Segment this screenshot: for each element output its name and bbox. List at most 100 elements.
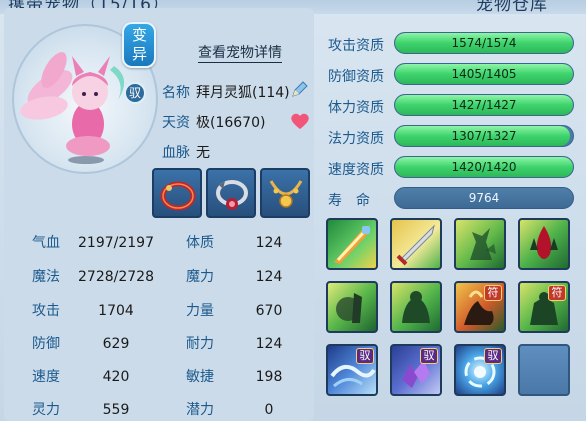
aptitude-skill-panel: 攻击资质 1574/1574 防御资质 1405/1405 体力资质 1427/… bbox=[320, 8, 586, 421]
tame-tag: 驭 bbox=[484, 348, 502, 364]
stat-potential: 潜力 0 bbox=[186, 399, 308, 419]
shadow-warrior-skill-icon bbox=[470, 228, 496, 260]
stat-agility: 敏捷 198 bbox=[186, 366, 308, 386]
talent-label: 天资 bbox=[162, 115, 190, 131]
life-value: 9764 bbox=[468, 191, 500, 205]
equipment-slot-3[interactable] bbox=[260, 168, 310, 218]
aptitude-value: 1405/1405 bbox=[451, 67, 517, 81]
aptitude-label: 防御资质 bbox=[328, 69, 384, 85]
skill-slot-11[interactable]: 驭 bbox=[454, 344, 506, 396]
aptitude-label: 体力资质 bbox=[328, 100, 384, 116]
skill-slot-2[interactable] bbox=[390, 218, 442, 270]
attr-value: 629 bbox=[102, 336, 130, 352]
attribute-mp: 魔法 2728/2728 bbox=[32, 266, 156, 286]
attr-label: 攻击 bbox=[32, 303, 60, 319]
talent-row: 天资 极(16670) bbox=[162, 112, 265, 132]
stat-label: 魔力 bbox=[186, 269, 214, 285]
attr-label: 灵力 bbox=[32, 402, 60, 418]
heart-icon[interactable] bbox=[290, 112, 310, 130]
pet-name-value: 拜月灵狐(114) bbox=[196, 85, 290, 101]
attr-value: 559 bbox=[102, 402, 130, 418]
attr-label: 防御 bbox=[32, 336, 60, 352]
shield-warrior-skill-icon bbox=[336, 293, 362, 323]
attribute-spirit: 灵力 559 bbox=[32, 399, 156, 419]
blood-drop-skill-icon bbox=[530, 226, 558, 259]
aptitude-label: 攻击资质 bbox=[328, 38, 384, 54]
talent-value: 极(16670) bbox=[196, 115, 266, 131]
red-bracelet-icon bbox=[160, 181, 196, 211]
tame-tag: 驭 bbox=[356, 348, 374, 364]
skill-slot-6[interactable] bbox=[390, 281, 442, 333]
stat-constitution: 体质 124 bbox=[186, 232, 308, 252]
skill-slot-4[interactable] bbox=[518, 218, 570, 270]
skill-slot-empty[interactable] bbox=[518, 344, 570, 396]
sword-strike-skill-icon bbox=[396, 224, 435, 266]
mutant-badge-text: 变异 bbox=[132, 26, 148, 63]
attribute-attack: 攻击 1704 bbox=[32, 300, 156, 320]
aptitude-bar: 1574/1574 bbox=[394, 32, 574, 54]
skill-slot-7[interactable]: 符 bbox=[454, 281, 506, 333]
aptitude-label: 速度资质 bbox=[328, 162, 384, 178]
view-pet-details-link[interactable]: 查看宠物详情 bbox=[198, 42, 282, 63]
stat-value: 124 bbox=[255, 269, 283, 285]
attr-value: 420 bbox=[102, 369, 130, 385]
stat-label: 耐力 bbox=[186, 336, 214, 352]
stat-label: 潜力 bbox=[186, 402, 214, 418]
flaming-sword-skill-icon bbox=[334, 226, 370, 264]
stat-value: 0 bbox=[264, 402, 274, 418]
aptitude-bar: 1405/1405 bbox=[394, 63, 574, 85]
aptitude-bar: 1427/1427 bbox=[394, 94, 574, 116]
skill-slot-3[interactable] bbox=[454, 218, 506, 270]
brute-skill-icon bbox=[402, 291, 430, 323]
life-label: 寿 命 bbox=[328, 193, 370, 209]
equipment-slot-1[interactable] bbox=[152, 168, 202, 218]
aptitude-value: 1307/1327 bbox=[451, 129, 517, 143]
attr-label: 速度 bbox=[32, 369, 60, 385]
attribute-speed: 速度 420 bbox=[32, 366, 156, 386]
stat-value: 670 bbox=[255, 303, 283, 319]
aptitude-stamina: 体力资质 1427/1427 bbox=[326, 94, 586, 118]
mutant-badge: 变异 bbox=[122, 22, 156, 68]
skill-slot-9[interactable]: 驭 bbox=[326, 344, 378, 396]
pet-info-window: 携带宠物（15/16） 宠物仓库 bbox=[0, 0, 586, 421]
pet-detail-panel: 变异 驭 查看宠物详情 名称拜月灵狐(114) 天资极(16670) 血脉无 bbox=[4, 8, 314, 421]
attr-label: 气血 bbox=[32, 235, 60, 251]
aptitude-value: 1574/1574 bbox=[451, 36, 517, 50]
aptitude-defense: 防御资质 1405/1405 bbox=[326, 63, 586, 87]
talisman-tag: 符 bbox=[548, 285, 566, 301]
skill-slot-8[interactable]: 符 bbox=[518, 281, 570, 333]
life-row: 寿 命 9764 bbox=[326, 187, 586, 211]
aptitude-speed: 速度资质 1420/1420 bbox=[326, 156, 586, 180]
gold-necklace-icon bbox=[269, 180, 303, 208]
attribute-hp: 气血 2197/2197 bbox=[32, 232, 156, 252]
stat-value: 124 bbox=[255, 336, 283, 352]
attr-value: 2728/2728 bbox=[78, 269, 154, 285]
bloodline-label: 血脉 bbox=[162, 145, 190, 161]
stat-label: 敏捷 bbox=[186, 369, 214, 385]
tame-badge: 驭 bbox=[124, 82, 146, 104]
stat-value: 124 bbox=[255, 235, 283, 251]
bloodline-row: 血脉无 bbox=[162, 142, 210, 162]
attr-value: 1704 bbox=[98, 303, 134, 319]
name-label: 名称 bbox=[162, 85, 190, 101]
silver-collar-icon bbox=[216, 180, 248, 210]
aptitude-value: 1420/1420 bbox=[451, 160, 517, 174]
stat-label: 力量 bbox=[186, 303, 214, 319]
life-bar: 9764 bbox=[394, 187, 574, 209]
attr-label: 魔法 bbox=[32, 269, 60, 285]
aptitude-value: 1427/1427 bbox=[451, 98, 517, 112]
edit-name-icon[interactable] bbox=[290, 79, 310, 99]
attribute-defense: 防御 629 bbox=[32, 333, 156, 353]
stat-endurance: 耐力 124 bbox=[186, 333, 308, 353]
stat-magic: 魔力 124 bbox=[186, 266, 308, 286]
aptitude-attack: 攻击资质 1574/1574 bbox=[326, 32, 586, 56]
pet-name-row: 名称 拜月灵狐(114) bbox=[162, 82, 290, 102]
stat-strength: 力量 670 bbox=[186, 300, 308, 320]
equipment-slot-2[interactable] bbox=[206, 168, 256, 218]
stat-label: 体质 bbox=[186, 235, 214, 251]
tame-tag: 驭 bbox=[420, 348, 438, 364]
skill-slot-5[interactable] bbox=[326, 281, 378, 333]
skill-slot-10[interactable]: 驭 bbox=[390, 344, 442, 396]
aptitude-bar: 1420/1420 bbox=[394, 156, 574, 178]
skill-slot-1[interactable] bbox=[326, 218, 378, 270]
